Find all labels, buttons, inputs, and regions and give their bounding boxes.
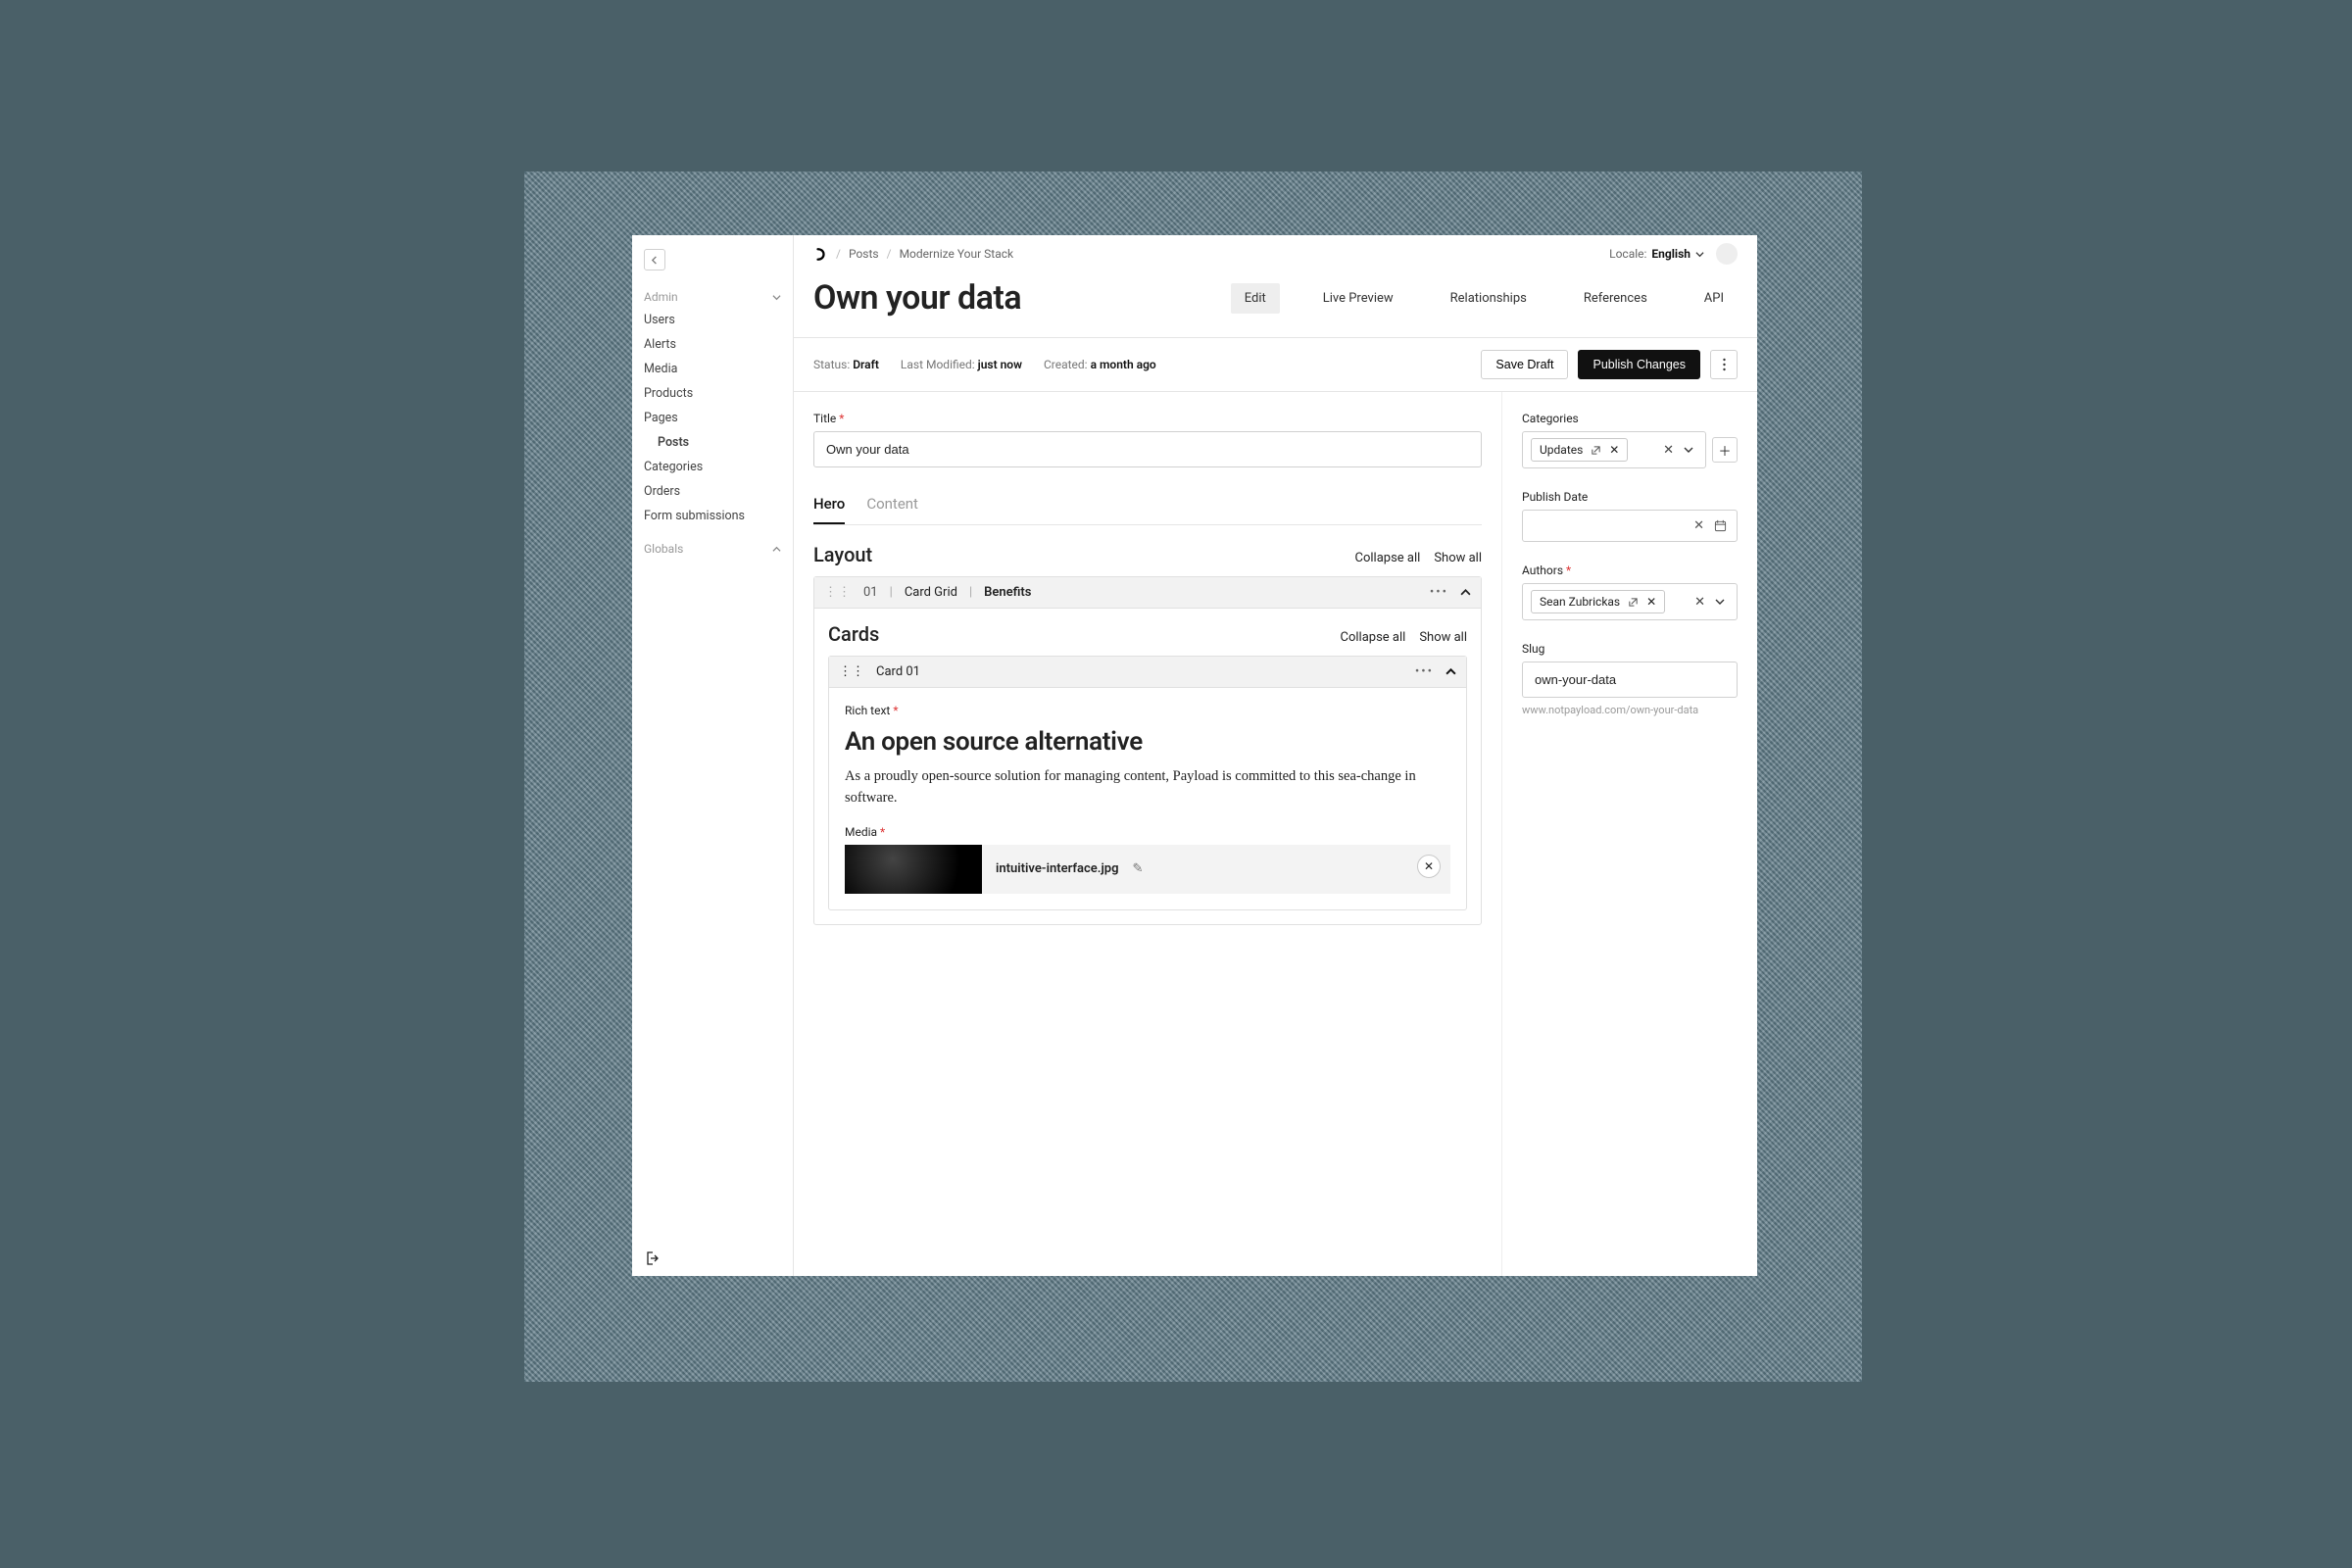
card-block: ⋮⋮ Card 01 ••• Rich text * An open sourc… — [828, 656, 1467, 910]
tab-api[interactable]: API — [1690, 283, 1738, 314]
sidebar-item-alerts[interactable]: Alerts — [632, 332, 793, 357]
sidebar-item-posts[interactable]: Posts — [632, 430, 793, 455]
tab-references[interactable]: References — [1570, 283, 1661, 314]
logout-button[interactable] — [644, 1250, 660, 1266]
clear-icon[interactable]: ✕ — [1693, 518, 1704, 533]
sidebar: Admin Users Alerts Media Products Pages … — [632, 235, 794, 1276]
add-category-button[interactable]: ＋ — [1712, 437, 1738, 463]
chevron-left-icon — [651, 256, 660, 265]
edit-icon[interactable]: ✎ — [1132, 861, 1143, 876]
sidebar-item-categories[interactable]: Categories — [632, 455, 793, 479]
media-label: Media * — [845, 825, 1450, 839]
remove-media-button[interactable]: ✕ — [1417, 855, 1441, 878]
sidebar-item-media[interactable]: Media — [632, 357, 793, 381]
sidebar-group-globals[interactable]: Globals — [632, 534, 793, 560]
block-type-label: Card Grid — [905, 585, 957, 600]
sidebar-item-products[interactable]: Products — [632, 381, 793, 406]
breadcrumb: / Posts / Modernize Your Stack — [813, 247, 1013, 262]
admin-panel: Admin Users Alerts Media Products Pages … — [632, 235, 1757, 1276]
chevron-up-icon — [772, 545, 781, 554]
drag-handle-icon[interactable]: ⋮⋮ — [824, 585, 852, 600]
more-actions-button[interactable] — [1710, 350, 1738, 379]
kebab-icon — [1723, 358, 1726, 371]
chevron-down-icon — [772, 293, 781, 302]
chevron-down-icon — [1695, 250, 1704, 259]
view-tabs: Edit Live Preview Relationships Referenc… — [1231, 283, 1738, 314]
card-more-button[interactable]: ••• — [1415, 664, 1434, 679]
page-title: Own your data — [813, 278, 1021, 318]
layout-heading: Layout — [813, 543, 872, 566]
chevron-down-icon[interactable] — [1715, 597, 1725, 607]
cards-heading: Cards — [828, 622, 879, 646]
external-link-icon — [1628, 597, 1639, 608]
breadcrumb-current: Modernize Your Stack — [900, 247, 1014, 261]
doc-sidebar: Categories Updates ✕ ✕ — [1502, 392, 1757, 1276]
title-label: Title * — [813, 412, 1482, 425]
chevron-up-icon[interactable] — [1460, 587, 1471, 598]
authors-label: Authors * — [1522, 564, 1738, 577]
locale-selector[interactable]: Locale: English — [1609, 247, 1704, 261]
richtext-label: Rich text * — [845, 704, 1450, 717]
layout-show-all[interactable]: Show all — [1434, 551, 1482, 565]
slug-label: Slug — [1522, 642, 1738, 656]
block-name-label: Benefits — [984, 585, 1031, 600]
title-input[interactable] — [813, 431, 1482, 467]
app-logo-icon — [813, 247, 828, 262]
block-more-button[interactable]: ••• — [1430, 585, 1448, 600]
categories-input[interactable]: Updates ✕ ✕ — [1522, 431, 1706, 468]
media-filename[interactable]: intuitive-interface.jpg — [996, 861, 1118, 876]
sidebar-item-pages[interactable]: Pages — [632, 406, 793, 430]
slug-input[interactable] — [1522, 662, 1738, 698]
logout-icon — [644, 1250, 660, 1266]
sidebar-group-admin[interactable]: Admin — [632, 282, 793, 308]
publish-date-label: Publish Date — [1522, 490, 1738, 504]
subtab-hero[interactable]: Hero — [813, 489, 845, 524]
category-chip[interactable]: Updates ✕ — [1531, 438, 1628, 462]
breadcrumb-collection[interactable]: Posts — [849, 247, 879, 261]
avatar[interactable] — [1716, 243, 1738, 265]
publish-date-input[interactable]: ✕ — [1522, 510, 1738, 542]
calendar-icon — [1714, 519, 1727, 532]
main: / Posts / Modernize Your Stack Locale: E… — [794, 235, 1757, 1276]
layout-block: ⋮⋮ 01 | Card Grid | Benefits ••• Cards — [813, 576, 1482, 925]
card-title: Card 01 — [876, 664, 920, 679]
tab-live-preview[interactable]: Live Preview — [1309, 283, 1407, 314]
author-chip[interactable]: Sean Zubrickas ✕ — [1531, 590, 1665, 613]
drag-handle-icon[interactable]: ⋮⋮ — [839, 664, 864, 679]
subtab-content[interactable]: Content — [866, 489, 918, 524]
remove-chip-icon[interactable]: ✕ — [1609, 443, 1619, 457]
layout-collapse-all[interactable]: Collapse all — [1355, 551, 1421, 565]
clear-icon[interactable]: ✕ — [1663, 443, 1674, 458]
tab-relationships[interactable]: Relationships — [1437, 283, 1541, 314]
save-draft-button[interactable]: Save Draft — [1481, 350, 1568, 379]
publish-button[interactable]: Publish Changes — [1578, 350, 1700, 379]
sidebar-item-orders[interactable]: Orders — [632, 479, 793, 504]
external-link-icon — [1591, 445, 1601, 456]
chevron-up-icon[interactable] — [1446, 666, 1456, 677]
categories-label: Categories — [1522, 412, 1738, 425]
status-badge: Draft — [853, 358, 879, 371]
clear-icon[interactable]: ✕ — [1694, 595, 1705, 610]
richtext-heading[interactable]: An open source alternative — [845, 727, 1450, 757]
chevron-down-icon[interactable] — [1684, 445, 1693, 455]
cards-collapse-all[interactable]: Collapse all — [1341, 630, 1406, 645]
cards-show-all[interactable]: Show all — [1419, 630, 1467, 645]
remove-chip-icon[interactable]: ✕ — [1646, 595, 1656, 609]
richtext-body[interactable]: As a proudly open-source solution for ma… — [845, 766, 1450, 809]
sidebar-item-users[interactable]: Users — [632, 308, 793, 332]
authors-input[interactable]: Sean Zubrickas ✕ ✕ — [1522, 583, 1738, 620]
tab-edit[interactable]: Edit — [1231, 283, 1280, 314]
media-thumbnail — [845, 845, 982, 894]
collapse-sidebar-button[interactable] — [644, 249, 665, 270]
slug-preview-url: www.notpayload.com/own-your-data — [1522, 704, 1738, 716]
sidebar-item-form-submissions[interactable]: Form submissions — [632, 504, 793, 528]
media-upload-row: intuitive-interface.jpg ✎ ✕ — [845, 845, 1450, 894]
